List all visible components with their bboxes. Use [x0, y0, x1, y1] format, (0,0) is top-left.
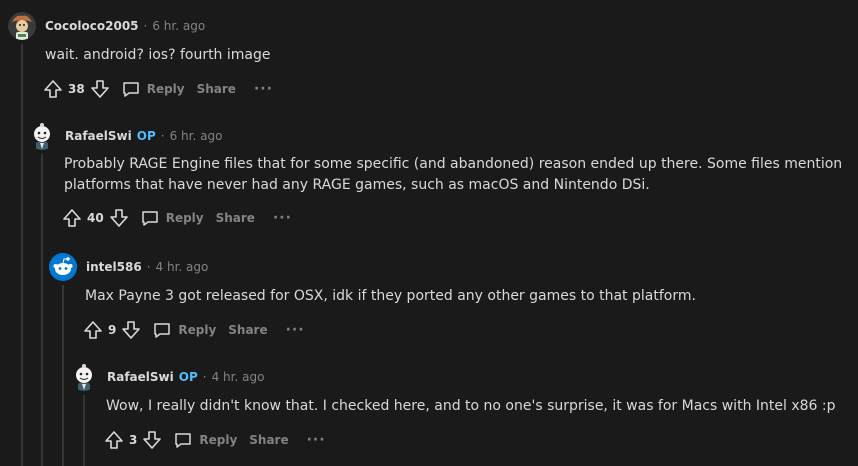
- avatar[interactable]: [8, 12, 36, 40]
- more-options-icon[interactable]: ···: [286, 323, 305, 337]
- comment-actions: 40 Reply Share ···: [61, 206, 848, 230]
- comment-icon: [175, 433, 192, 448]
- separator-dot: ·: [143, 19, 148, 33]
- comment-icon: [122, 82, 139, 97]
- comment-thread: Cocoloco2005 · 6 hr. ago wait. android? …: [0, 0, 858, 466]
- reply-label: Reply: [178, 323, 217, 337]
- comment-header: Cocoloco2005 · 6 hr. ago: [8, 12, 848, 40]
- comment: intel586 · 4 hr. ago Max Payne 3 got rel…: [49, 253, 849, 342]
- username[interactable]: RafaelSwi: [65, 129, 132, 143]
- op-badge: OP: [178, 370, 198, 384]
- comment-header: RafaelSwi OP · 4 hr. ago: [70, 363, 850, 391]
- reply-label: Reply: [199, 433, 238, 447]
- timestamp[interactable]: 6 hr. ago: [152, 19, 205, 33]
- vote-score: 38: [68, 82, 85, 96]
- comment-header: intel586 · 4 hr. ago: [49, 253, 849, 281]
- thread-line[interactable]: [21, 44, 23, 466]
- more-options-icon[interactable]: ···: [273, 211, 292, 225]
- downvote-icon[interactable]: [108, 207, 130, 229]
- downvote-icon[interactable]: [120, 319, 142, 341]
- upvote-icon[interactable]: [42, 78, 64, 100]
- comment-body: Max Payne 3 got released for OSX, idk if…: [85, 288, 696, 304]
- comment-body: wait. android? ios? fourth image: [45, 47, 271, 63]
- comment-body: Wow, I really didn't know that. I checke…: [106, 398, 836, 414]
- share-button[interactable]: Share: [197, 82, 236, 96]
- downvote-icon[interactable]: [89, 78, 111, 100]
- downvote-icon[interactable]: [141, 429, 163, 451]
- timestamp[interactable]: 4 hr. ago: [212, 370, 265, 384]
- timestamp[interactable]: 4 hr. ago: [156, 260, 209, 274]
- vote-score: 9: [108, 323, 117, 337]
- comment-header: RafaelSwi OP · 6 hr. ago: [28, 122, 848, 150]
- reply-button[interactable]: Reply: [152, 320, 216, 340]
- share-button[interactable]: Share: [249, 433, 288, 447]
- share-button[interactable]: Share: [228, 323, 267, 337]
- separator-dot: ·: [160, 129, 165, 143]
- avatar[interactable]: [49, 253, 77, 281]
- comment: Cocoloco2005 · 6 hr. ago wait. android? …: [8, 12, 848, 101]
- share-button[interactable]: Share: [216, 211, 255, 225]
- comment-body-line: platforms that have never had any RAGE g…: [64, 177, 650, 193]
- upvote-icon[interactable]: [103, 429, 125, 451]
- reply-label: Reply: [165, 211, 204, 225]
- vote-score: 40: [87, 211, 104, 225]
- separator-dot: ·: [146, 260, 151, 274]
- more-options-icon[interactable]: ···: [254, 82, 273, 96]
- comment-icon: [154, 323, 171, 338]
- comment-actions: 38 Reply Share ···: [42, 77, 848, 101]
- reply-button[interactable]: Reply: [121, 79, 185, 99]
- reply-label: Reply: [146, 82, 185, 96]
- timestamp[interactable]: 6 hr. ago: [170, 129, 223, 143]
- avatar[interactable]: [28, 122, 56, 150]
- reply-button[interactable]: Reply: [140, 208, 204, 228]
- username[interactable]: intel586: [86, 260, 142, 274]
- avatar[interactable]: [70, 363, 98, 391]
- upvote-icon[interactable]: [82, 319, 104, 341]
- comment: RafaelSwi OP · 4 hr. ago Wow, I really d…: [70, 363, 850, 452]
- upvote-icon[interactable]: [61, 207, 83, 229]
- reply-button[interactable]: Reply: [173, 430, 237, 450]
- separator-dot: ·: [202, 370, 207, 384]
- comment-body: Probably RAGE Engine files that for some…: [64, 154, 848, 196]
- comment: RafaelSwi OP · 6 hr. ago Probably RAGE E…: [28, 122, 848, 230]
- username[interactable]: Cocoloco2005: [45, 19, 139, 33]
- username[interactable]: RafaelSwi: [107, 370, 174, 384]
- more-options-icon[interactable]: ···: [307, 433, 326, 447]
- vote-score: 3: [129, 433, 138, 447]
- comment-body-line: Probably RAGE Engine files that for some…: [64, 156, 843, 172]
- comment-actions: 3 Reply Share ···: [103, 428, 850, 452]
- comment-actions: 9 Reply Share ···: [82, 318, 849, 342]
- comment-icon: [141, 211, 158, 226]
- op-badge: OP: [136, 129, 156, 143]
